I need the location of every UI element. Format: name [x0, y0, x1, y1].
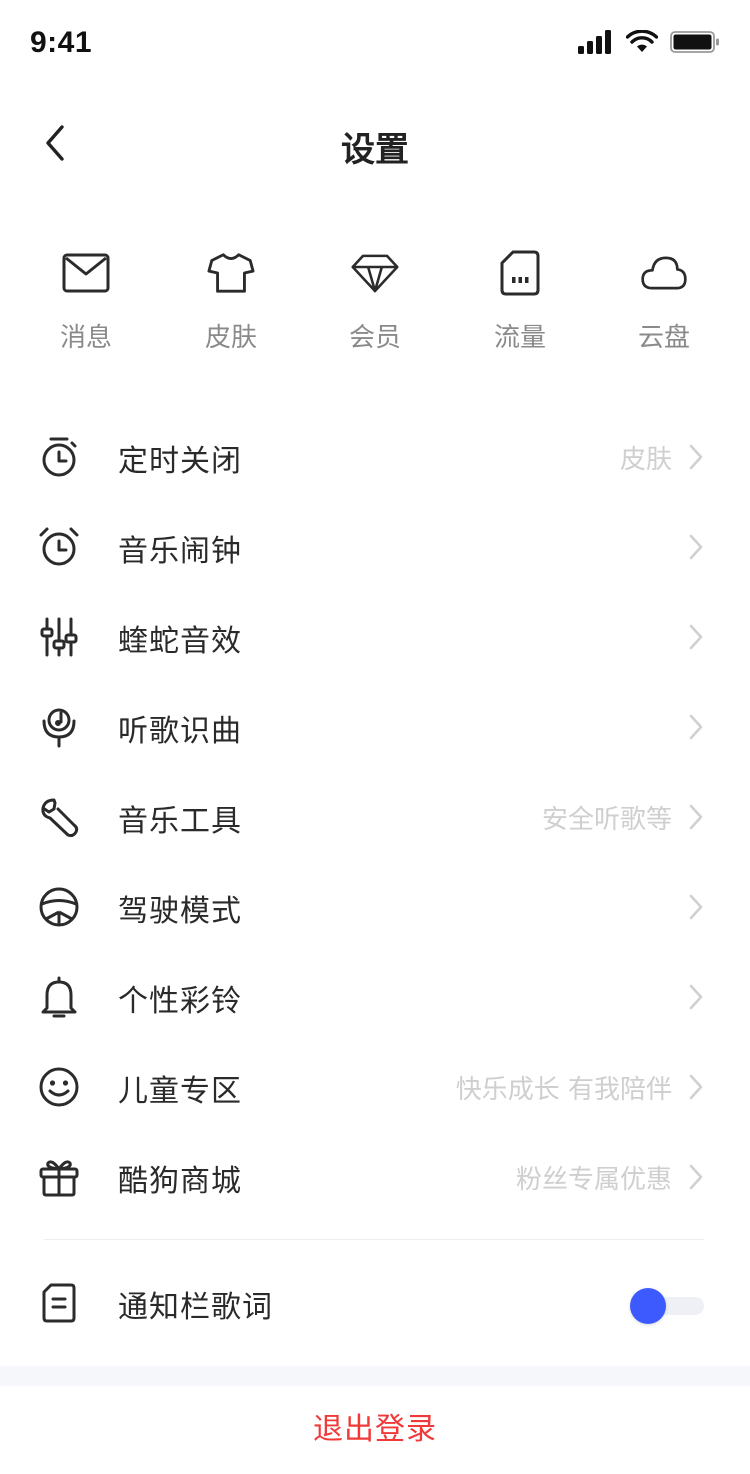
tshirt-icon	[207, 245, 255, 301]
quick-action-messages[interactable]: 消息	[21, 245, 151, 365]
quick-action-skin[interactable]: 皮肤	[166, 245, 296, 365]
menu-item-label: 听歌识曲	[118, 714, 242, 749]
chevron-right-icon	[688, 443, 704, 471]
microphone-note-icon	[36, 704, 82, 750]
quick-action-label: 云盘	[637, 323, 690, 353]
timer-icon	[36, 434, 82, 480]
steering-wheel-icon	[36, 884, 82, 930]
gift-box-icon	[36, 1154, 82, 1200]
chevron-right-icon	[688, 1073, 704, 1101]
menu-item-timer-off[interactable]: 定时关闭 皮肤	[0, 412, 750, 502]
menu-item-hint: 快乐成长 有我陪伴	[455, 1075, 672, 1105]
sim-card-icon	[496, 245, 544, 301]
menu-item-music-alarm[interactable]: 音乐闹钟	[0, 502, 750, 592]
chevron-right-icon	[688, 983, 704, 1011]
cellular-signal-icon	[578, 30, 614, 58]
quick-action-data[interactable]: 流量	[455, 245, 585, 365]
section-divider	[44, 1239, 704, 1240]
menu-item-label: 酷狗商城	[118, 1164, 242, 1199]
menu-item-viper-sound[interactable]: 蝰蛇音效	[0, 592, 750, 682]
menu-item-driving-mode[interactable]: 驾驶模式	[0, 862, 750, 952]
menu-item-label: 通知栏歌词	[118, 1290, 273, 1325]
equalizer-icon	[36, 614, 82, 660]
quick-action-cloud[interactable]: 云盘	[599, 245, 729, 365]
document-icon	[36, 1280, 82, 1326]
wrench-icon	[36, 794, 82, 840]
menu-item-hint: 粉丝专属优惠	[515, 1165, 672, 1195]
nav-bar: 设置	[0, 100, 750, 190]
menu-item-notification-lyrics: 通知栏歌词	[0, 1258, 750, 1348]
quick-action-label: 会员	[348, 323, 401, 353]
page-title: 设置	[341, 130, 409, 170]
cloud-icon	[640, 245, 688, 301]
chevron-right-icon	[688, 623, 704, 651]
menu-item-hint: 皮肤	[619, 445, 672, 475]
quick-action-label: 消息	[59, 323, 112, 353]
menu-item-label: 个性彩铃	[118, 984, 242, 1019]
menu-item-label: 定时关闭	[118, 444, 242, 479]
chevron-right-icon	[688, 533, 704, 561]
quick-action-label: 皮肤	[204, 323, 257, 353]
menu-item-music-tools[interactable]: 音乐工具 安全听歌等	[0, 772, 750, 862]
chevron-right-icon	[688, 713, 704, 741]
chevron-right-icon	[688, 893, 704, 921]
toggle-knob	[630, 1288, 666, 1324]
menu-item-ringtone[interactable]: 个性彩铃	[0, 952, 750, 1042]
menu-item-song-recognition[interactable]: 听歌识曲	[0, 682, 750, 772]
section-gap	[0, 1366, 750, 1386]
menu-item-kids-zone[interactable]: 儿童专区 快乐成长 有我陪伴	[0, 1042, 750, 1132]
menu-item-label: 蝰蛇音效	[118, 624, 242, 659]
menu-item-shop[interactable]: 酷狗商城 粉丝专属优惠	[0, 1132, 750, 1222]
menu-item-label: 驾驶模式	[118, 894, 242, 929]
quick-action-vip[interactable]: 会员	[310, 245, 440, 365]
status-bar: 9:41	[0, 0, 750, 88]
quick-actions-row: 消息 皮肤 会员 流量 云盘	[0, 245, 750, 365]
status-time: 9:41	[30, 26, 93, 59]
quick-action-label: 流量	[493, 323, 546, 353]
wifi-icon	[625, 29, 659, 58]
menu-item-label: 儿童专区	[118, 1074, 242, 1109]
status-icons	[578, 29, 720, 58]
alarm-clock-icon	[36, 524, 82, 570]
menu-item-hint: 安全听歌等	[541, 805, 672, 835]
envelope-icon	[62, 245, 110, 301]
bell-icon	[36, 974, 82, 1020]
logout-button[interactable]: 退出登录	[0, 1386, 750, 1474]
notification-lyrics-toggle[interactable]	[630, 1288, 704, 1324]
smiley-face-icon	[36, 1064, 82, 1110]
menu-item-label: 音乐工具	[118, 804, 242, 839]
chevron-right-icon	[688, 1163, 704, 1191]
menu-item-label: 音乐闹钟	[118, 534, 242, 569]
battery-icon	[670, 30, 720, 58]
diamond-icon	[351, 245, 399, 301]
chevron-right-icon	[688, 803, 704, 831]
